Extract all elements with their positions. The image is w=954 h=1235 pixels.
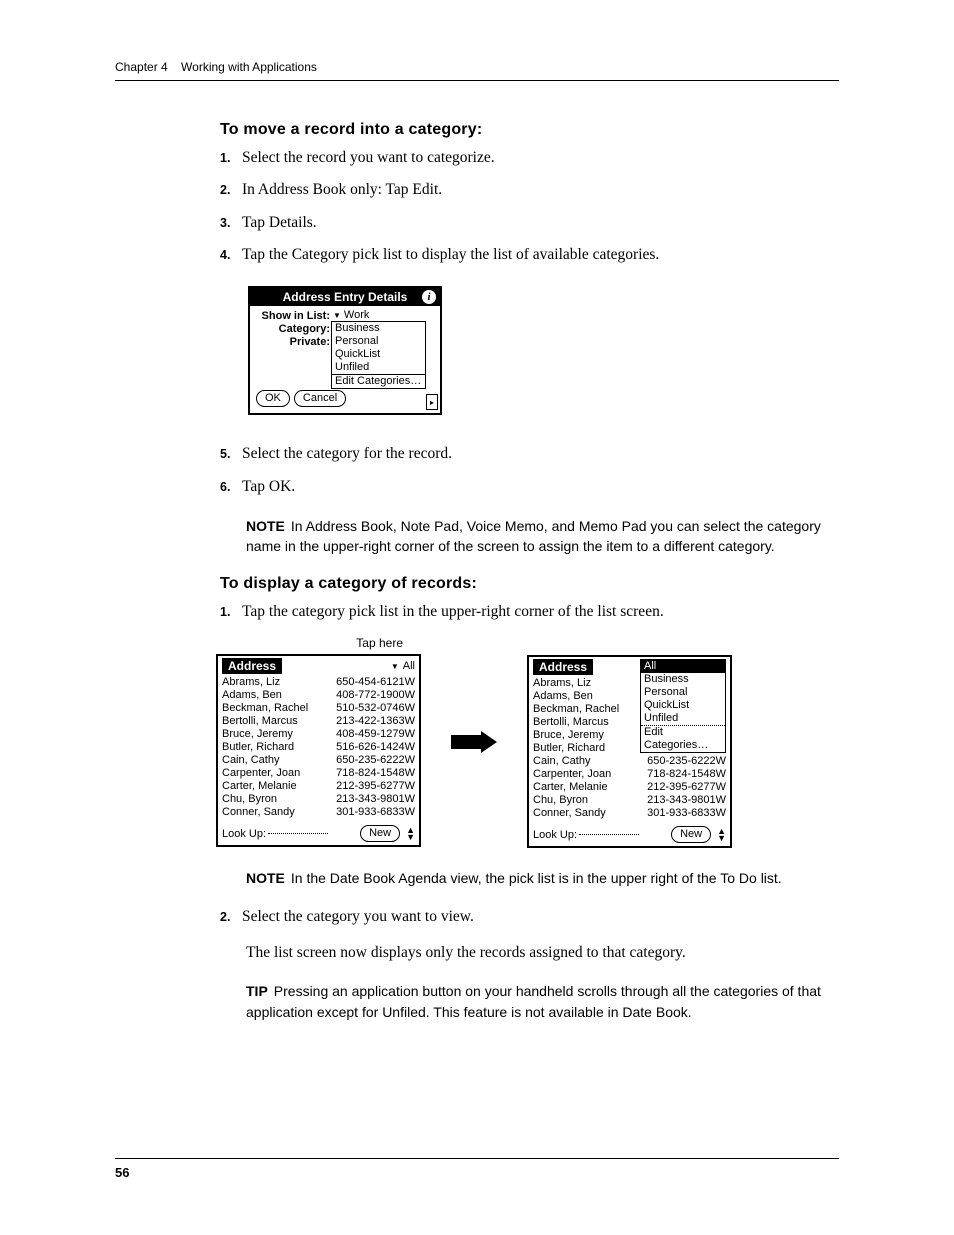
note-lead: NOTE: [246, 518, 285, 534]
arrow-right-icon: [451, 731, 497, 753]
category-picker-all[interactable]: All: [391, 660, 415, 672]
table-row[interactable]: Abrams, Liz650-454-6121W: [222, 676, 415, 689]
table-row[interactable]: Carpenter, Joan718-824-1548W: [533, 768, 726, 781]
scroll-handle-icon[interactable]: ▸: [426, 394, 438, 410]
page-footer: 56: [115, 1158, 839, 1180]
table-row[interactable]: Cain, Cathy650-235-6222W: [222, 754, 415, 767]
table-row[interactable]: Conner, Sandy301-933-6833W: [533, 807, 726, 820]
step-text: Tap OK.: [242, 474, 839, 500]
info-icon[interactable]: i: [422, 290, 436, 304]
table-row[interactable]: Bruce, Jeremy408-459-1279W: [222, 728, 415, 741]
note-lead: NOTE: [246, 870, 285, 886]
address-tab: Address: [533, 659, 593, 675]
new-button[interactable]: New: [671, 826, 711, 843]
table-row[interactable]: Cain, Cathy650-235-6222W: [533, 755, 726, 768]
category-label: Category:: [254, 323, 333, 335]
note-text: In Address Book, Note Pad, Voice Memo, a…: [246, 518, 821, 554]
menu-item[interactable]: Personal: [641, 686, 725, 699]
menu-item[interactable]: All: [641, 660, 725, 673]
step-text: Tap Details.: [242, 210, 839, 236]
step-text: Select the record you want to categorize…: [242, 145, 839, 171]
table-row[interactable]: Chu, Byron213-343-9801W: [222, 793, 415, 806]
category-menu[interactable]: AllBusinessPersonalQuickListUnfiledEdit …: [640, 659, 726, 753]
new-button[interactable]: New: [360, 825, 400, 842]
category-dropdown[interactable]: BusinessPersonalQuickListUnfiledEdit Cat…: [331, 321, 426, 389]
running-head: Chapter 4 Working with Applications: [115, 60, 839, 74]
table-row[interactable]: Carter, Melanie212-395-6277W: [533, 781, 726, 794]
menu-item[interactable]: Business: [332, 322, 425, 335]
address-list-left: Address All Abrams, Liz650-454-6121WAdam…: [216, 654, 421, 847]
note-text: In the Date Book Agenda view, the pick l…: [291, 870, 782, 886]
step-text: Select the category for the record.: [242, 441, 839, 467]
tip-1: TIPPressing an application button on you…: [246, 981, 839, 1022]
table-row[interactable]: Beckman, Rachel510-532-0746W: [222, 702, 415, 715]
menu-item[interactable]: Edit Categories…: [332, 374, 425, 388]
note-2: NOTE In the Date Book Agenda view, the pi…: [246, 868, 839, 888]
menu-item[interactable]: QuickList: [641, 699, 725, 712]
address-list-right: Address AllBusinessPersonalQuickListUnfi…: [527, 655, 732, 848]
ok-button[interactable]: OK: [256, 390, 290, 407]
result-text: The list screen now displays only the re…: [246, 941, 839, 966]
note-1: NOTEIn Address Book, Note Pad, Voice Mem…: [246, 516, 839, 557]
table-row[interactable]: Adams, Ben408-772-1900W: [222, 689, 415, 702]
address-table-left: Abrams, Liz650-454-6121WAdams, Ben408-77…: [222, 676, 415, 819]
header-rule: [115, 80, 839, 81]
menu-item[interactable]: Business: [641, 673, 725, 686]
dialog-titlebar: Address Entry Details i: [250, 288, 440, 306]
address-tab: Address: [222, 658, 282, 674]
scroll-arrows-icon[interactable]: ▲▼: [406, 827, 415, 841]
figure-details-dialog: Address Entry Details i Show in List: Wo…: [248, 286, 839, 415]
lookup-label: Look Up:: [533, 829, 577, 841]
menu-item[interactable]: Unfiled: [641, 712, 725, 725]
tip-lead: TIP: [246, 983, 268, 999]
footer-rule: [115, 1158, 839, 1159]
lookup-input[interactable]: [268, 833, 328, 834]
menu-item[interactable]: Edit Categories…: [641, 725, 725, 752]
scroll-arrows-icon[interactable]: ▲▼: [717, 828, 726, 842]
figure-address-screens: Tap here Address All Abrams, Liz650-454-…: [216, 635, 839, 848]
chapter-label: Chapter 4: [115, 60, 168, 74]
show-in-list-label: Show in List:: [254, 310, 333, 322]
table-row[interactable]: Carter, Melanie212-395-6277W: [222, 780, 415, 793]
steps-list-2b: 2.Select the category you want to view.: [220, 904, 839, 930]
tip-text: Pressing an application button on your h…: [246, 983, 821, 1019]
menu-item[interactable]: Personal: [332, 335, 425, 348]
steps-list-2a: 1.Tap the category pick list in the uppe…: [220, 599, 839, 625]
table-row[interactable]: Bertolli, Marcus213-422-1363W: [222, 715, 415, 728]
step-text: Tap the Category pick list to display th…: [242, 242, 839, 268]
page-number: 56: [115, 1165, 839, 1180]
chapter-title: Working with Applications: [181, 60, 317, 74]
table-row[interactable]: Conner, Sandy301-933-6833W: [222, 806, 415, 819]
menu-item[interactable]: QuickList: [332, 348, 425, 361]
step-2-2: Select the category you want to view.: [242, 904, 839, 930]
dialog-title: Address Entry Details: [283, 290, 408, 304]
cancel-button[interactable]: Cancel: [294, 390, 346, 407]
table-row[interactable]: Carpenter, Joan718-824-1548W: [222, 767, 415, 780]
table-row[interactable]: Chu, Byron213-343-9801W: [533, 794, 726, 807]
procedure-heading-1: To move a record into a category:: [220, 121, 839, 139]
steps-list-1b: 5.Select the category for the record.6.T…: [220, 441, 839, 500]
table-row[interactable]: Butler, Richard516-626-1424W: [222, 741, 415, 754]
details-dialog: Address Entry Details i Show in List: Wo…: [248, 286, 442, 415]
steps-list-1: 1.Select the record you want to categori…: [220, 145, 839, 268]
procedure-heading-2: To display a category of records:: [220, 575, 839, 593]
step-2-1: Tap the category pick list in the upper-…: [242, 599, 839, 625]
tap-here-caption: Tap here: [356, 636, 403, 650]
lookup-input[interactable]: [579, 834, 639, 835]
menu-item[interactable]: Unfiled: [332, 361, 425, 374]
step-text: In Address Book only: Tap Edit.: [242, 177, 839, 203]
private-label: Private:: [254, 336, 333, 348]
lookup-label: Look Up:: [222, 828, 266, 840]
